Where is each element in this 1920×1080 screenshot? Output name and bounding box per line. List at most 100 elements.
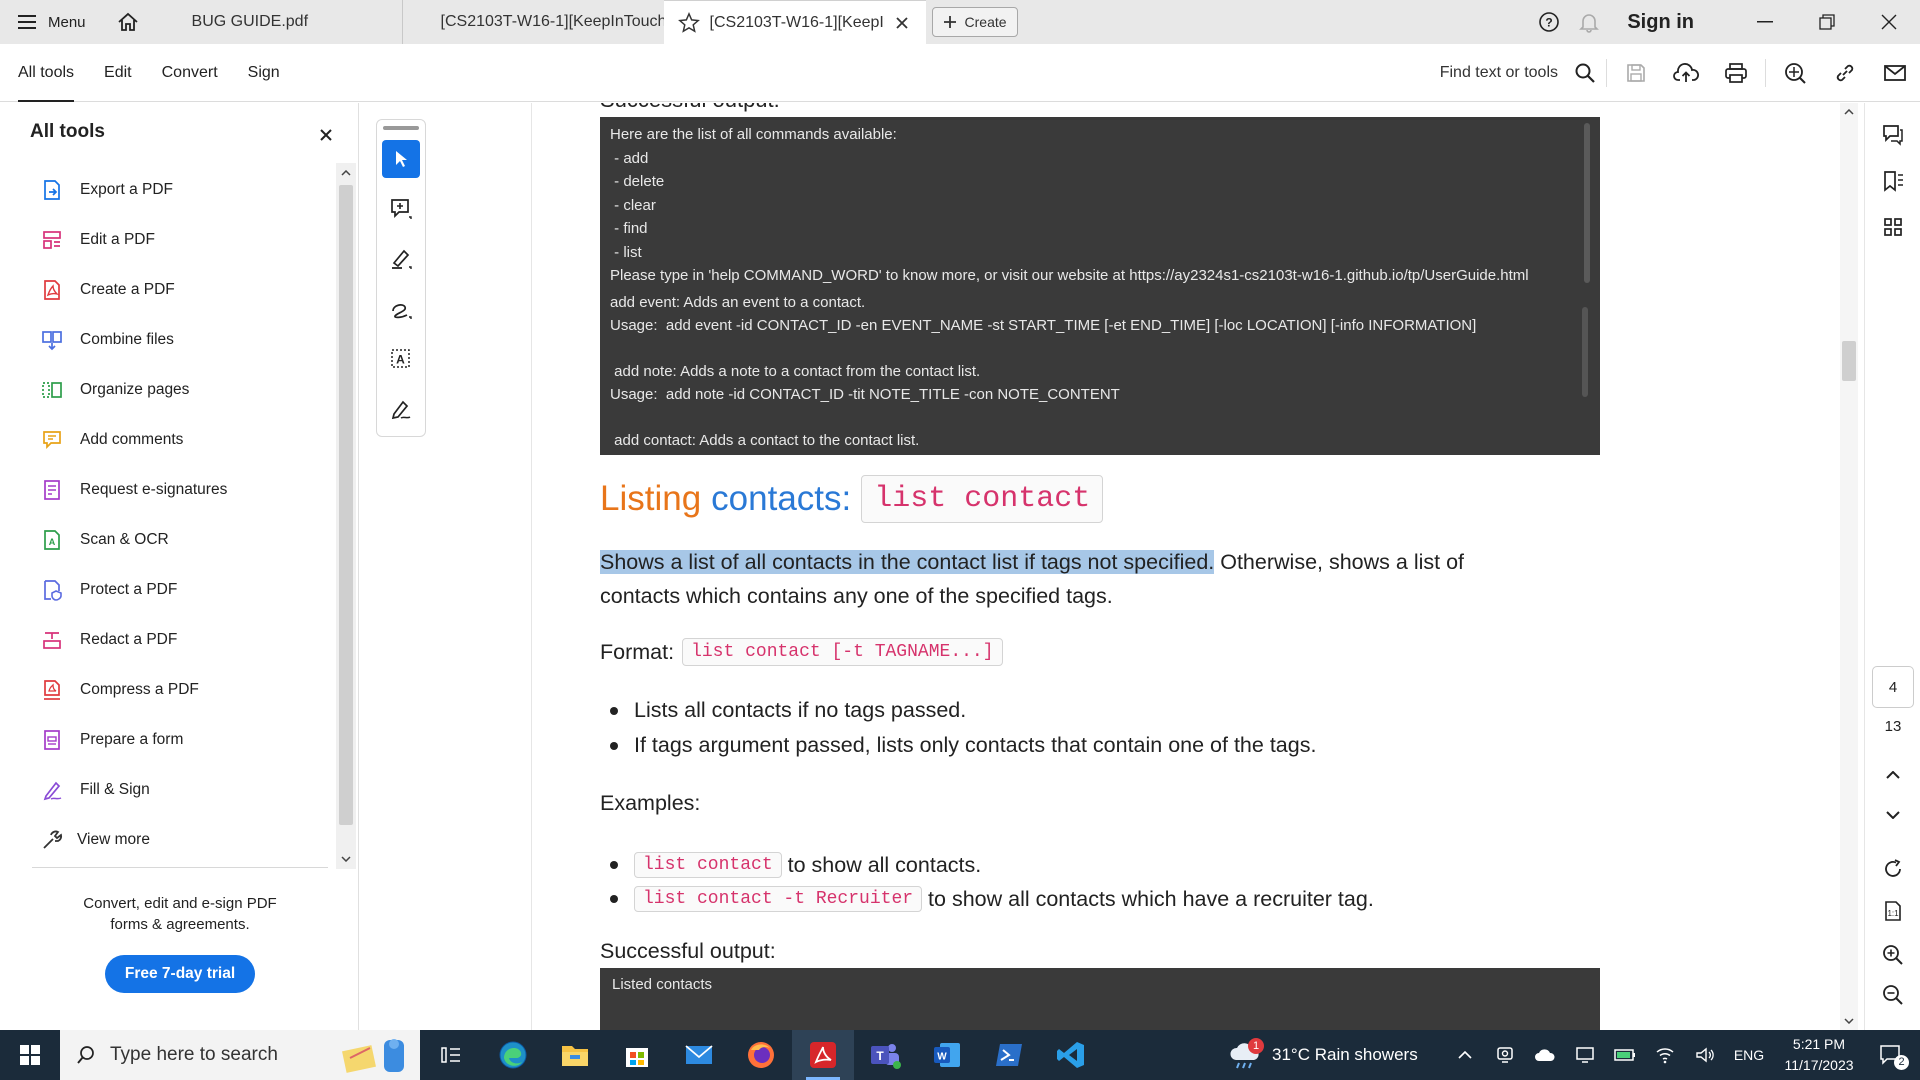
notification-center-button[interactable]: 2: [1865, 1030, 1917, 1080]
star-icon[interactable]: [677, 11, 700, 34]
tool-prepare-form[interactable]: Prepare a form: [40, 715, 330, 765]
find-text-button[interactable]: Find text or tools: [1440, 64, 1558, 82]
show-hidden-icons-button[interactable]: [1445, 1030, 1485, 1080]
sign-in-link[interactable]: Sign in: [1627, 11, 1694, 34]
comment-tool[interactable]: [382, 190, 420, 228]
scroll-up-icon[interactable]: [1844, 109, 1854, 115]
zoom-out-button[interactable]: [1879, 981, 1907, 1009]
search-button[interactable]: [1568, 44, 1602, 102]
upload-cloud-button[interactable]: [1661, 44, 1711, 102]
tool-scan-ocr[interactable]: A Scan & OCR: [40, 515, 330, 565]
task-view-button[interactable]: [420, 1030, 482, 1080]
email-button[interactable]: [1870, 44, 1920, 102]
word-app[interactable]: W: [916, 1030, 978, 1080]
battery-tray-button[interactable]: [1605, 1030, 1645, 1080]
menu-convert[interactable]: Convert: [162, 44, 218, 102]
tool-view-more[interactable]: View more: [40, 815, 330, 865]
tab-user-guide-active[interactable]: [CS2103T-W16-1][KeepInT...: [663, 0, 926, 44]
current-page-input[interactable]: 4: [1872, 666, 1914, 708]
teams-app[interactable]: T: [854, 1030, 916, 1080]
tool-organize-pages[interactable]: Organize pages: [40, 365, 330, 415]
search-icon: [77, 1046, 94, 1064]
output-scrollbar-inner[interactable]: [1582, 307, 1588, 397]
acrobat-app[interactable]: [792, 1030, 854, 1080]
menu-button[interactable]: Menu: [0, 0, 104, 44]
prepare-form-icon: [40, 728, 64, 752]
tab-bug-guide[interactable]: BUG GUIDE.pdf: [152, 0, 402, 44]
text-box-tool[interactable]: A: [382, 340, 420, 378]
powershell-app[interactable]: [978, 1030, 1040, 1080]
speaker-icon: [1696, 1047, 1714, 1063]
edge-app[interactable]: [482, 1030, 544, 1080]
scroll-down-icon[interactable]: [1844, 1018, 1854, 1024]
search-ai-button[interactable]: [1770, 44, 1820, 102]
camera-tray-button[interactable]: [1485, 1030, 1525, 1080]
highlighted-text[interactable]: Shows a list of all contacts in the cont…: [600, 550, 1215, 574]
close-panel-button[interactable]: [316, 125, 336, 145]
file-explorer-app[interactable]: [544, 1030, 606, 1080]
menu-all-tools[interactable]: All tools: [18, 44, 75, 102]
scrollbar-thumb[interactable]: [1842, 341, 1856, 381]
firefox-app[interactable]: [730, 1030, 792, 1080]
zoom-in-button[interactable]: [1879, 941, 1907, 969]
tool-protect-pdf[interactable]: Protect a PDF: [40, 565, 330, 615]
tool-edit-pdf[interactable]: Edit a PDF: [40, 215, 330, 265]
tool-combine-files[interactable]: Combine files: [40, 315, 330, 365]
taskbar-search-box[interactable]: Type here to search: [60, 1030, 420, 1080]
save-button[interactable]: [1611, 44, 1661, 102]
output-line: add event: Adds an event to a contact.: [610, 293, 866, 311]
close-tab-icon[interactable]: [895, 16, 909, 30]
clock[interactable]: 5:21 PM 11/17/2023: [1773, 1034, 1865, 1076]
toolbar-grip[interactable]: [383, 126, 419, 130]
bookmarks-panel-button[interactable]: [1879, 167, 1907, 195]
comments-panel-button[interactable]: [1879, 121, 1907, 149]
previous-page-button[interactable]: [1879, 761, 1907, 789]
restore-button[interactable]: [1796, 0, 1858, 44]
bullet-dot: [610, 741, 618, 750]
menu-sign[interactable]: Sign: [248, 44, 280, 102]
tool-compress-pdf[interactable]: Compress a PDF: [40, 665, 330, 715]
next-page-button[interactable]: [1879, 801, 1907, 829]
scroll-down-icon[interactable]: [338, 851, 354, 867]
tool-add-comments[interactable]: Add comments: [40, 415, 330, 465]
select-tool[interactable]: [382, 140, 420, 178]
home-button[interactable]: [104, 0, 152, 44]
document-scrollbar[interactable]: [1840, 103, 1858, 1030]
panel-scrollbar[interactable]: [336, 163, 356, 869]
help-button[interactable]: ?: [1529, 0, 1569, 44]
create-button[interactable]: Create: [931, 7, 1018, 37]
language-indicator[interactable]: ENG: [1725, 1047, 1773, 1063]
onedrive-tray-button[interactable]: [1525, 1030, 1565, 1080]
display-tray-button[interactable]: [1565, 1030, 1605, 1080]
microsoft-store-app[interactable]: [606, 1030, 668, 1080]
page-fit-button[interactable]: 1:1: [1879, 897, 1907, 925]
notifications-button[interactable]: [1569, 0, 1609, 44]
sign-tool[interactable]: [382, 390, 420, 428]
tool-request-esignatures[interactable]: Request e-signatures: [40, 465, 330, 515]
tool-redact-pdf[interactable]: Redact a PDF: [40, 615, 330, 665]
network-tray-button[interactable]: [1645, 1030, 1685, 1080]
minimize-button[interactable]: [1734, 0, 1796, 44]
close-window-button[interactable]: [1858, 0, 1920, 44]
vscode-app[interactable]: [1040, 1030, 1102, 1080]
output-scrollbar[interactable]: [1584, 123, 1590, 283]
start-button[interactable]: [0, 1030, 60, 1080]
free-trial-button[interactable]: Free 7-day trial: [105, 955, 255, 993]
tool-fill-sign[interactable]: Fill & Sign: [40, 765, 330, 815]
menu-edit[interactable]: Edit: [104, 44, 132, 102]
tool-export-pdf[interactable]: Export a PDF: [40, 165, 330, 215]
print-button[interactable]: [1711, 44, 1761, 102]
tool-create-pdf[interactable]: Create a PDF: [40, 265, 330, 315]
volume-tray-button[interactable]: [1685, 1030, 1725, 1080]
highlight-tool[interactable]: [382, 240, 420, 278]
mail-app[interactable]: [668, 1030, 730, 1080]
tab-developer-guide[interactable]: [CS2103T-W16-1][KeepInTouch]D...: [401, 0, 664, 44]
weather-widget[interactable]: 1 31°C Rain showers: [1228, 1030, 1418, 1080]
document-viewer[interactable]: Successful output: Here are the list of …: [533, 103, 1665, 1030]
share-link-button[interactable]: [1820, 44, 1870, 102]
rotate-button[interactable]: [1879, 855, 1907, 883]
draw-tool[interactable]: [382, 290, 420, 328]
scroll-up-icon[interactable]: [338, 165, 354, 181]
scrollbar-thumb[interactable]: [339, 185, 353, 825]
thumbnails-panel-button[interactable]: [1879, 213, 1907, 241]
